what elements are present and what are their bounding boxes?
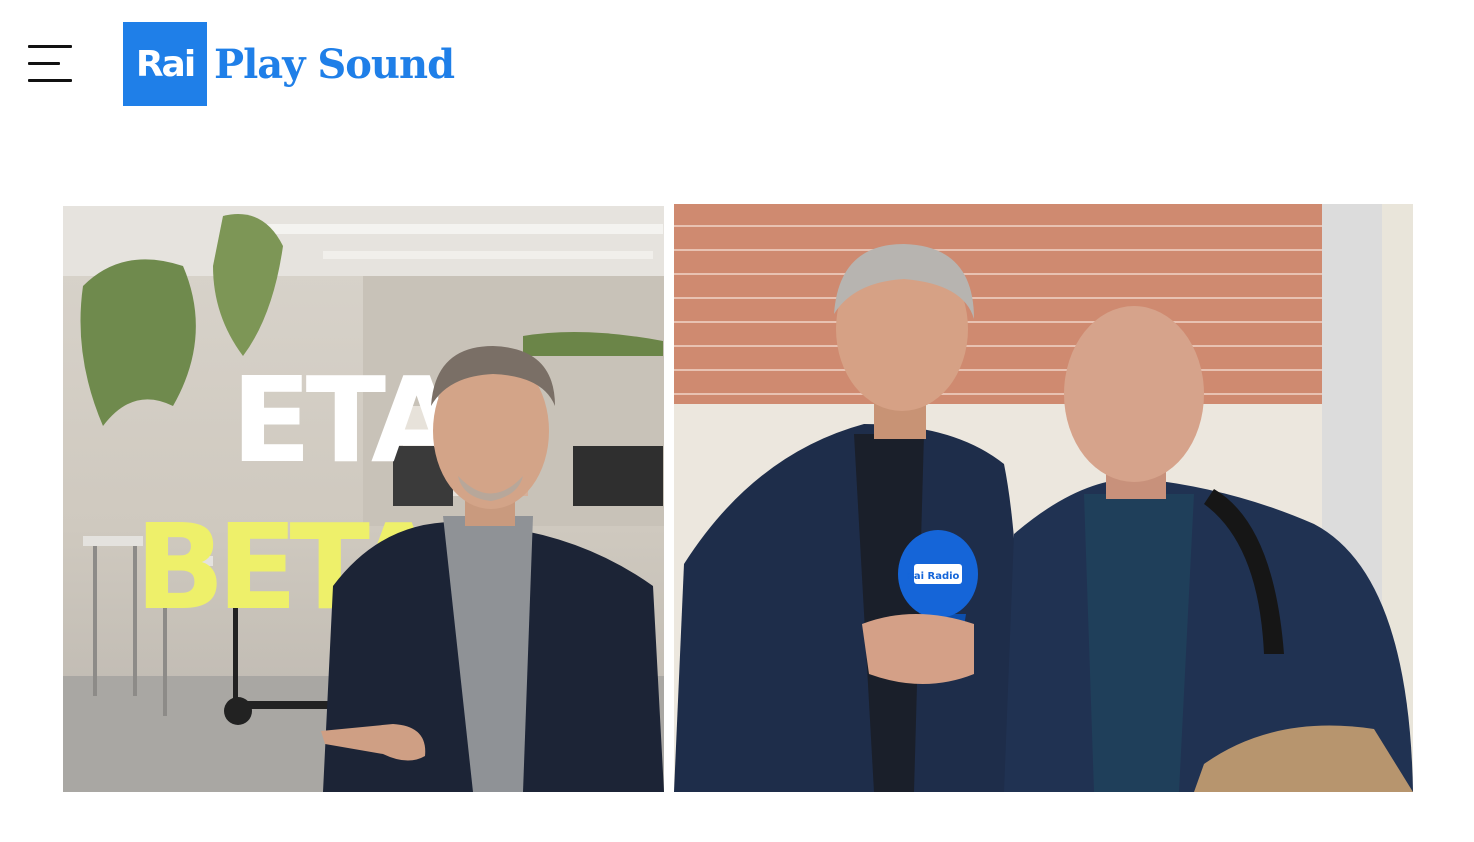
cover-title-line1: ETA: [231, 351, 462, 489]
mic-label: Rai Radio 1: [906, 571, 970, 582]
podcast-cover-card[interactable]: ETA BETA: [63, 206, 664, 792]
raiplaysound-logo[interactable]: Rai Play Sound: [123, 22, 455, 106]
logo-badge: Rai: [123, 22, 207, 106]
menu-line: [28, 45, 72, 48]
menu-line: [28, 79, 72, 82]
hamburger-menu-icon[interactable]: [28, 45, 74, 83]
menu-line: [28, 62, 60, 65]
logo-badge-text: Rai: [135, 43, 196, 85]
podcast-cover-image: ETA BETA: [63, 206, 664, 792]
episode-photo-card[interactable]: Rai Radio 1: [674, 204, 1413, 792]
logo-wordmark: Play Sound: [214, 40, 455, 88]
episode-photo-image: Rai Radio 1: [674, 204, 1413, 792]
